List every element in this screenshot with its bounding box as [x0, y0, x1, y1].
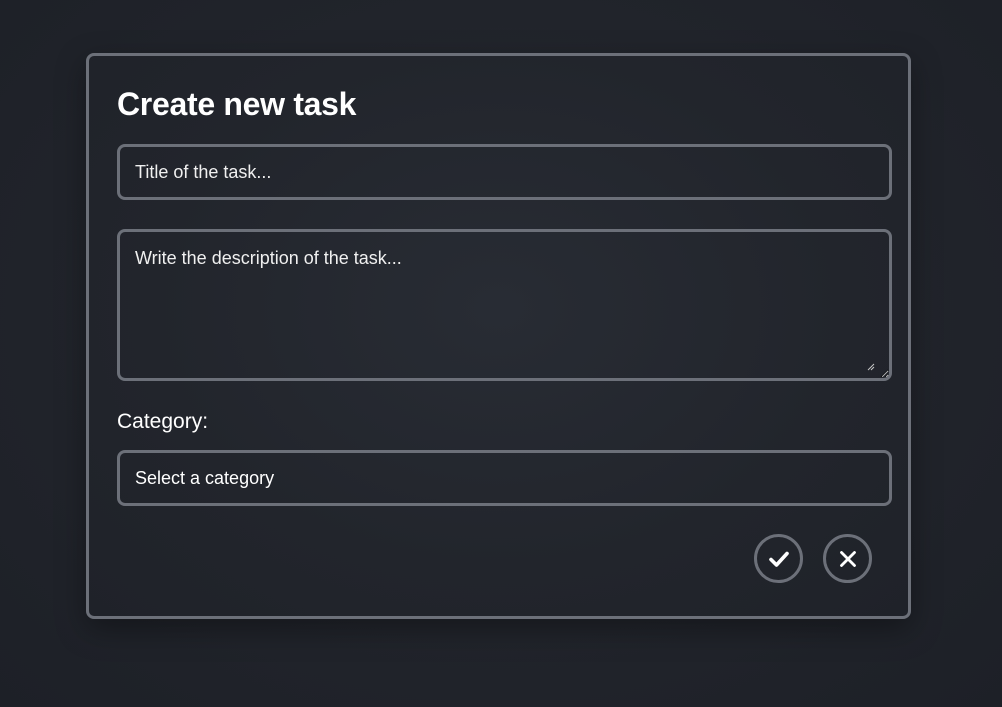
category-select-value: Select a category — [135, 467, 275, 488]
confirm-button[interactable] — [754, 534, 803, 583]
modal-title: Create new task — [117, 86, 357, 122]
category-select[interactable]: Select a category — [117, 450, 892, 506]
create-task-modal: Create new task Category: Select a categ… — [86, 53, 911, 619]
check-icon — [768, 551, 789, 567]
task-title-input[interactable] — [117, 144, 892, 200]
cancel-button[interactable] — [823, 534, 872, 583]
close-icon — [839, 550, 856, 567]
task-description-textarea[interactable] — [117, 229, 892, 381]
category-label: Category: — [117, 410, 209, 433]
